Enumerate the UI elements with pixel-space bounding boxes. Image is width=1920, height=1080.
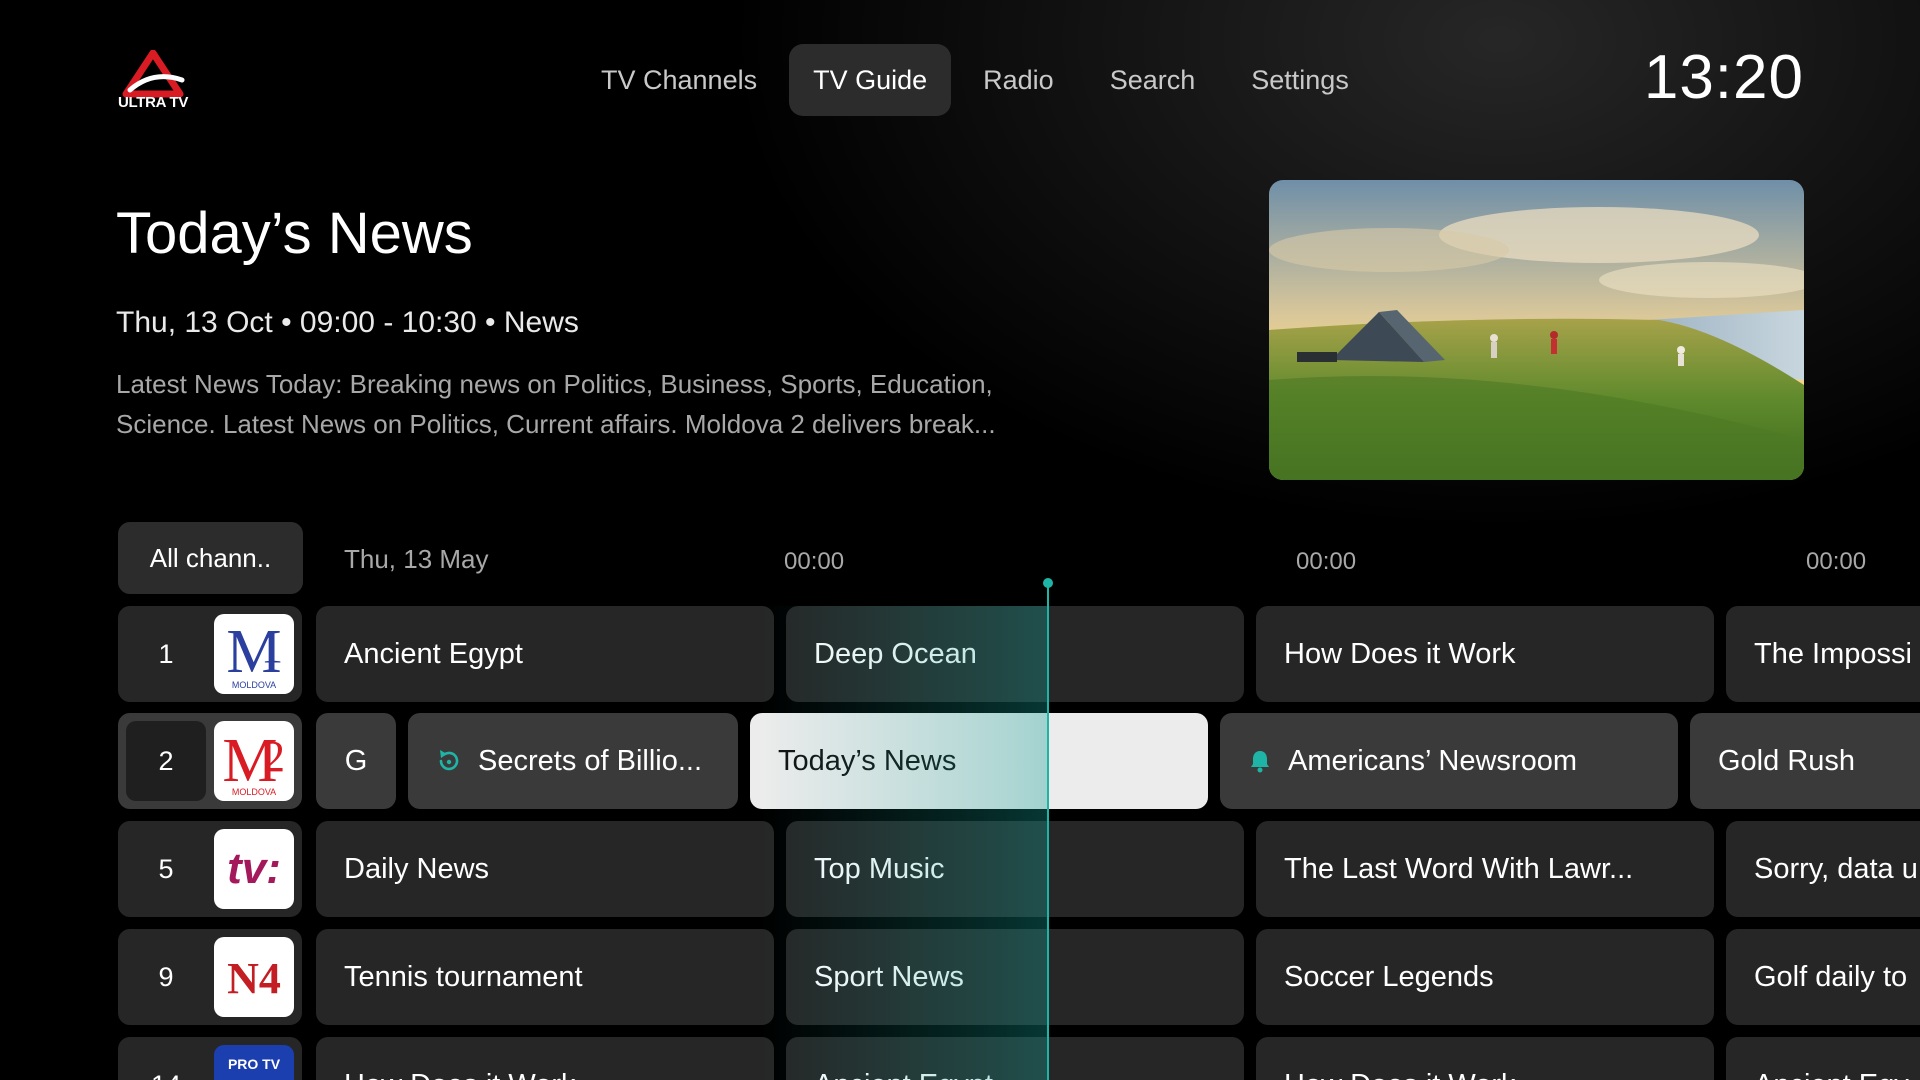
program-meta: Thu, 13 Oct • 09:00 - 10:30 • News	[116, 306, 579, 339]
program-cell[interactable]: Sorry, data u	[1726, 821, 1920, 917]
nav-settings[interactable]: Settings	[1227, 44, 1373, 116]
program-preview-image	[1269, 180, 1804, 480]
program-cell[interactable]: How Does it Work	[1256, 1037, 1714, 1080]
channel-row-selected: 2 M 2 MOLDOVA G Secrets of Billio... Tod…	[0, 713, 1920, 809]
channel-number: 1	[158, 638, 174, 669]
program-cell[interactable]: Gold Rush	[1690, 713, 1920, 809]
tv-logo: tv:	[214, 829, 294, 909]
program-cell[interactable]: The Impossi	[1726, 606, 1920, 702]
brand-name: ULTRA TV	[117, 94, 189, 111]
program-cell[interactable]: Golf daily to	[1726, 929, 1920, 1025]
nav-tv-channels[interactable]: TV Channels	[577, 44, 781, 116]
channel-cell[interactable]: 2 M 2 MOLDOVA	[118, 713, 302, 809]
now-indicator-line	[1047, 582, 1049, 1080]
tv-guide-screen: ULTRA TV TV Channels TV Guide Radio Sear…	[0, 0, 1920, 1080]
channel-row: 5 tv: Daily News Top Music The Last Word…	[0, 821, 1920, 917]
program-cell-focused[interactable]: Today’s News	[750, 713, 1208, 809]
nav-search[interactable]: Search	[1086, 44, 1220, 116]
time-label: 00:00	[1296, 548, 1357, 575]
nav-tv-guide[interactable]: TV Guide	[789, 44, 952, 116]
svg-text:2: 2	[263, 732, 285, 781]
channel-cell[interactable]: 14 PRO TV	[118, 1037, 302, 1080]
program-cell[interactable]: The Last Word With Lawr...	[1256, 821, 1714, 917]
channel-cell[interactable]: 5 tv:	[118, 821, 302, 917]
program-cell[interactable]: Soccer Legends	[1256, 929, 1714, 1025]
logo-text: tv:	[227, 844, 281, 893]
program-title-text: Americans’ Newsroom	[1288, 744, 1577, 777]
time-label: 00:00	[1806, 548, 1867, 575]
n4-logo: N4	[214, 937, 294, 1017]
program-cell[interactable]: Ancient Egypt	[316, 606, 774, 702]
program-cell[interactable]: How Does it Work	[1256, 606, 1714, 702]
channel-row: 14 PRO TV How Does it Work Ancient Egypt…	[0, 1037, 1920, 1080]
main-nav: TV Channels TV Guide Radio Search Settin…	[577, 44, 1373, 116]
replay-icon	[436, 748, 462, 774]
logo-text: MOLDOVA	[232, 680, 276, 690]
program-cell[interactable]: G	[316, 713, 396, 809]
channel-row: 1 M 1 MOLDOVA Ancient Egypt Deep Ocean H…	[0, 606, 1920, 702]
program-cell[interactable]: Ancient Egy	[1726, 1037, 1920, 1080]
program-cell[interactable]: Top Music	[786, 821, 1244, 917]
logo-text: PRO TV	[228, 1056, 281, 1072]
now-indicator-dot	[1043, 578, 1053, 588]
program-cell[interactable]: Sport News	[786, 929, 1244, 1025]
channel-number: 5	[158, 853, 174, 884]
pro-tv-logo: PRO TV	[214, 1045, 294, 1080]
program-cell[interactable]: Daily News	[316, 821, 774, 917]
program-cell-replay[interactable]: Secrets of Billio...	[408, 713, 738, 809]
channel-number: 9	[158, 961, 174, 992]
program-cell[interactable]: Ancient Egypt	[786, 1037, 1244, 1080]
clock: 13:20	[1643, 43, 1804, 112]
bell-icon	[1248, 748, 1272, 774]
program-description: Latest News Today: Breaking news on Poli…	[116, 369, 996, 439]
program-cell[interactable]: Deep Ocean	[786, 606, 1244, 702]
channel-filter-button[interactable]: All chann..	[118, 522, 303, 594]
channel-number: 2	[126, 721, 206, 801]
moldova-1-logo: M 1 MOLDOVA	[214, 614, 294, 694]
program-cell[interactable]: Tennis tournament	[316, 929, 774, 1025]
nav-radio[interactable]: Radio	[959, 44, 1078, 116]
time-label: 00:00	[784, 548, 845, 575]
moldova-2-logo: M 2 MOLDOVA	[214, 721, 294, 801]
logo-text: N4	[227, 954, 281, 1003]
program-cell[interactable]: How Does it Work	[316, 1037, 774, 1080]
channel-row: 9 N4 Tennis tournament Sport News Soccer…	[0, 929, 1920, 1025]
logo-text: MOLDOVA	[232, 787, 276, 797]
program-title-text: Secrets of Billio...	[478, 744, 703, 777]
program-cell-reminder[interactable]: Americans’ Newsroom	[1220, 713, 1678, 809]
guide-date: Thu, 13 May	[344, 544, 489, 574]
program-title: Today’s News	[116, 201, 473, 266]
channel-cell[interactable]: 1 M 1 MOLDOVA	[118, 606, 302, 702]
channel-cell[interactable]: 9 N4	[118, 929, 302, 1025]
channel-number: 14	[126, 1045, 206, 1080]
svg-text:1: 1	[261, 623, 283, 672]
